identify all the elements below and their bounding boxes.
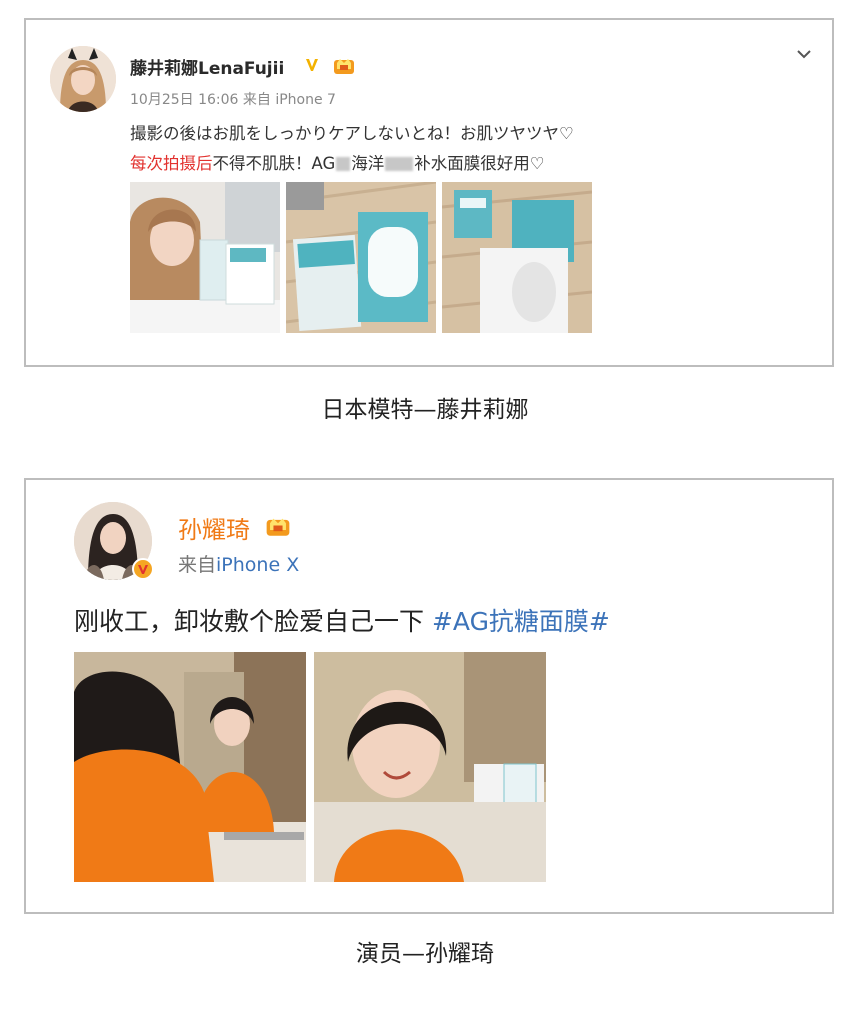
vip-crown-icon [334, 59, 354, 74]
chevron-down-icon[interactable] [796, 46, 812, 62]
blurred-text [385, 157, 414, 171]
post-time-source: 10月25日 16:06 来自 iPhone 7 [130, 92, 336, 108]
post-text-line-2: 每次拍摄后不得不肌肤！AG 海洋 补水面膜很好用♡ [130, 150, 545, 174]
post-image-3[interactable] [442, 182, 592, 333]
post-text: 刚收工，卸妆敷个脸爱自己一下 #AG抗糖面膜# [74, 602, 610, 638]
post-text-segment: 补水面膜很好用♡ [414, 154, 545, 173]
post-text-segment: 不得不肌肤！AG [212, 154, 336, 173]
source-device-link[interactable]: iPhone X [216, 554, 299, 576]
weibo-post-card-1: 藤井莉娜LenaFujii 10月25日 16:06 来自 iPhone 7 撮… [24, 18, 834, 367]
post-source: 来自iPhone X [178, 550, 299, 577]
post-image-2[interactable] [314, 652, 546, 882]
blurred-text [336, 157, 351, 171]
post-image-1[interactable] [74, 652, 306, 882]
post-image-2[interactable] [286, 182, 436, 333]
post-text-body: 刚收工，卸妆敷个脸爱自己一下 [74, 607, 432, 636]
verified-badge-icon [132, 558, 154, 580]
username[interactable]: 藤井莉娜LenaFujii [130, 54, 284, 79]
hashtag-link[interactable]: #AG抗糖面膜# [432, 607, 610, 636]
source-prefix: 来自 [178, 554, 217, 576]
weibo-post-card-2: 孙耀琦 来自iPhone X 刚收工，卸妆敷个脸爱自己一下 #AG抗糖面膜# [24, 478, 834, 914]
post-text-segment: 海洋 [351, 154, 385, 173]
caption-1: 日本模特—藤井莉娜 [321, 397, 529, 423]
post-image-1[interactable] [130, 182, 280, 333]
avatar[interactable] [50, 46, 116, 112]
highlight-text: 每次拍摄后 [130, 154, 213, 173]
post-text-line-1: 撮影の後はお肌をしっかりケアしないとね！お肌ツヤツヤ♡ [130, 124, 574, 143]
caption-2: 演员—孙耀琦 [356, 941, 494, 967]
verified-v-icon [306, 59, 318, 71]
vip-crown-icon [266, 518, 290, 536]
username[interactable]: 孙耀琦 [178, 510, 250, 545]
